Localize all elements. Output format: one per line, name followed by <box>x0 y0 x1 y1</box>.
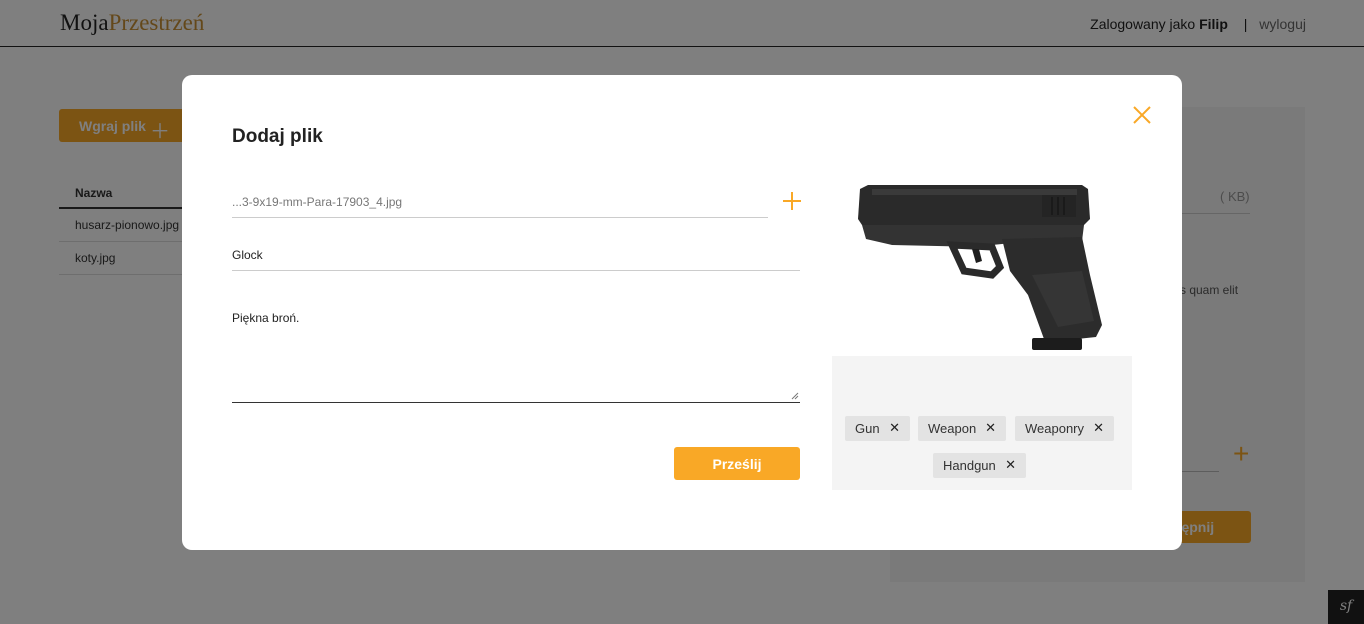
tag-label: Gun <box>855 421 880 436</box>
tags-container: Gun ✕ Weapon ✕ Weaponry ✕ Handgun ✕ <box>832 356 1132 490</box>
handgun-image <box>858 185 1102 350</box>
tag-label: Weapon <box>928 421 977 436</box>
submit-button[interactable]: Prześlij <box>674 447 800 480</box>
description-textarea[interactable]: Piękna broń. <box>232 304 800 403</box>
add-file-modal: Dodaj plik ...3-9x19-mm-Para-17903_4.jpg… <box>182 75 1182 550</box>
tag-gun: Gun ✕ <box>845 416 910 441</box>
resize-grip-icon[interactable] <box>791 392 799 400</box>
description-text: Piękna broń. <box>232 311 300 325</box>
remove-tag-icon[interactable]: ✕ <box>985 420 996 436</box>
modal-title: Dodaj plik <box>232 126 323 147</box>
name-field[interactable]: Glock <box>232 240 800 271</box>
tag-weaponry: Weaponry ✕ <box>1015 416 1114 441</box>
tag-weapon: Weapon ✕ <box>918 416 1006 441</box>
tag-label: Weaponry <box>1025 421 1085 436</box>
tag-label: Handgun <box>943 458 996 473</box>
remove-tag-icon[interactable]: ✕ <box>1093 420 1104 436</box>
file-input[interactable]: ...3-9x19-mm-Para-17903_4.jpg <box>232 187 768 218</box>
tag-handgun: Handgun ✕ <box>933 453 1026 478</box>
remove-tag-icon[interactable]: ✕ <box>1005 457 1016 473</box>
image-preview <box>832 175 1132 356</box>
remove-tag-icon[interactable]: ✕ <box>889 420 900 436</box>
add-file-plus-icon[interactable] <box>780 189 804 213</box>
close-icon[interactable] <box>1130 103 1154 127</box>
